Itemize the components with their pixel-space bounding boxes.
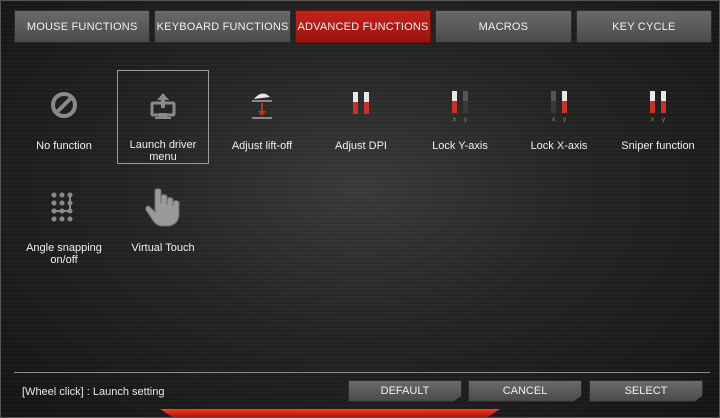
function-label: Lock X-axis [530, 140, 588, 152]
function-label: Launch driver menu [129, 139, 197, 163]
function-adjust-dpi[interactable]: Adjust DPI [315, 70, 407, 164]
lock-y-axis-icon: x y [414, 70, 506, 140]
function-label: Virtual Touch [131, 242, 195, 254]
svg-text:x: x [651, 116, 655, 123]
tab-keyboard-functions[interactable]: KEYBOARD FUNCTIONS [154, 10, 291, 43]
svg-text:x: x [453, 116, 457, 123]
tab-key-cycle[interactable]: KEY CYCLE [575, 10, 713, 43]
tab-mouse-functions[interactable]: MOUSE FUNCTIONS [14, 10, 151, 43]
svg-text:y: y [563, 116, 567, 123]
svg-text:y: y [464, 116, 468, 123]
svg-text:y: y [662, 116, 666, 123]
function-sniper[interactable]: x y Sniper function [612, 70, 704, 164]
function-adjust-lift-off[interactable]: Adjust lift-off [216, 70, 308, 164]
angle-snapping-icon [18, 172, 110, 242]
footer-divider [14, 372, 710, 373]
tab-advanced-functions[interactable]: ADVANCED FUNCTIONS [294, 10, 432, 43]
function-launch-driver-menu[interactable]: Launch driver menu [117, 70, 209, 164]
svg-text:x: x [552, 116, 556, 123]
function-label: Sniper function [621, 140, 695, 152]
function-no-function[interactable]: No function [18, 70, 110, 164]
function-label: Adjust DPI [335, 140, 387, 152]
function-label: No function [36, 140, 92, 152]
hand-pointer-icon [117, 172, 209, 242]
no-function-icon [18, 70, 110, 140]
status-text: [Wheel click] : Launch setting [22, 386, 165, 398]
lock-x-axis-icon: x y [513, 70, 605, 140]
function-grid: No function Launch driver menu Adjust li… [18, 70, 708, 266]
function-label: Angle snapping on/off [26, 242, 102, 266]
select-button[interactable]: SELECT [589, 380, 703, 402]
function-label: Lock Y-axis [432, 140, 488, 152]
function-lock-y-axis[interactable]: x y Lock Y-axis [414, 70, 506, 164]
function-label: Adjust lift-off [231, 140, 293, 152]
dpi-sliders-icon [315, 70, 407, 140]
function-lock-x-axis[interactable]: x y Lock X-axis [513, 70, 605, 164]
tab-bar: MOUSE FUNCTIONS KEYBOARD FUNCTIONS ADVAN… [14, 10, 713, 43]
bottom-accent-bar [160, 409, 500, 418]
tab-macros[interactable]: MACROS [435, 10, 572, 43]
launch-driver-icon [118, 71, 208, 141]
lift-off-icon [216, 70, 308, 140]
default-button[interactable]: DEFAULT [348, 380, 462, 402]
cancel-button[interactable]: CANCEL [468, 380, 582, 402]
function-virtual-touch[interactable]: Virtual Touch [117, 172, 209, 266]
function-angle-snapping[interactable]: Angle snapping on/off [18, 172, 110, 266]
sniper-icon: x y [612, 70, 704, 140]
